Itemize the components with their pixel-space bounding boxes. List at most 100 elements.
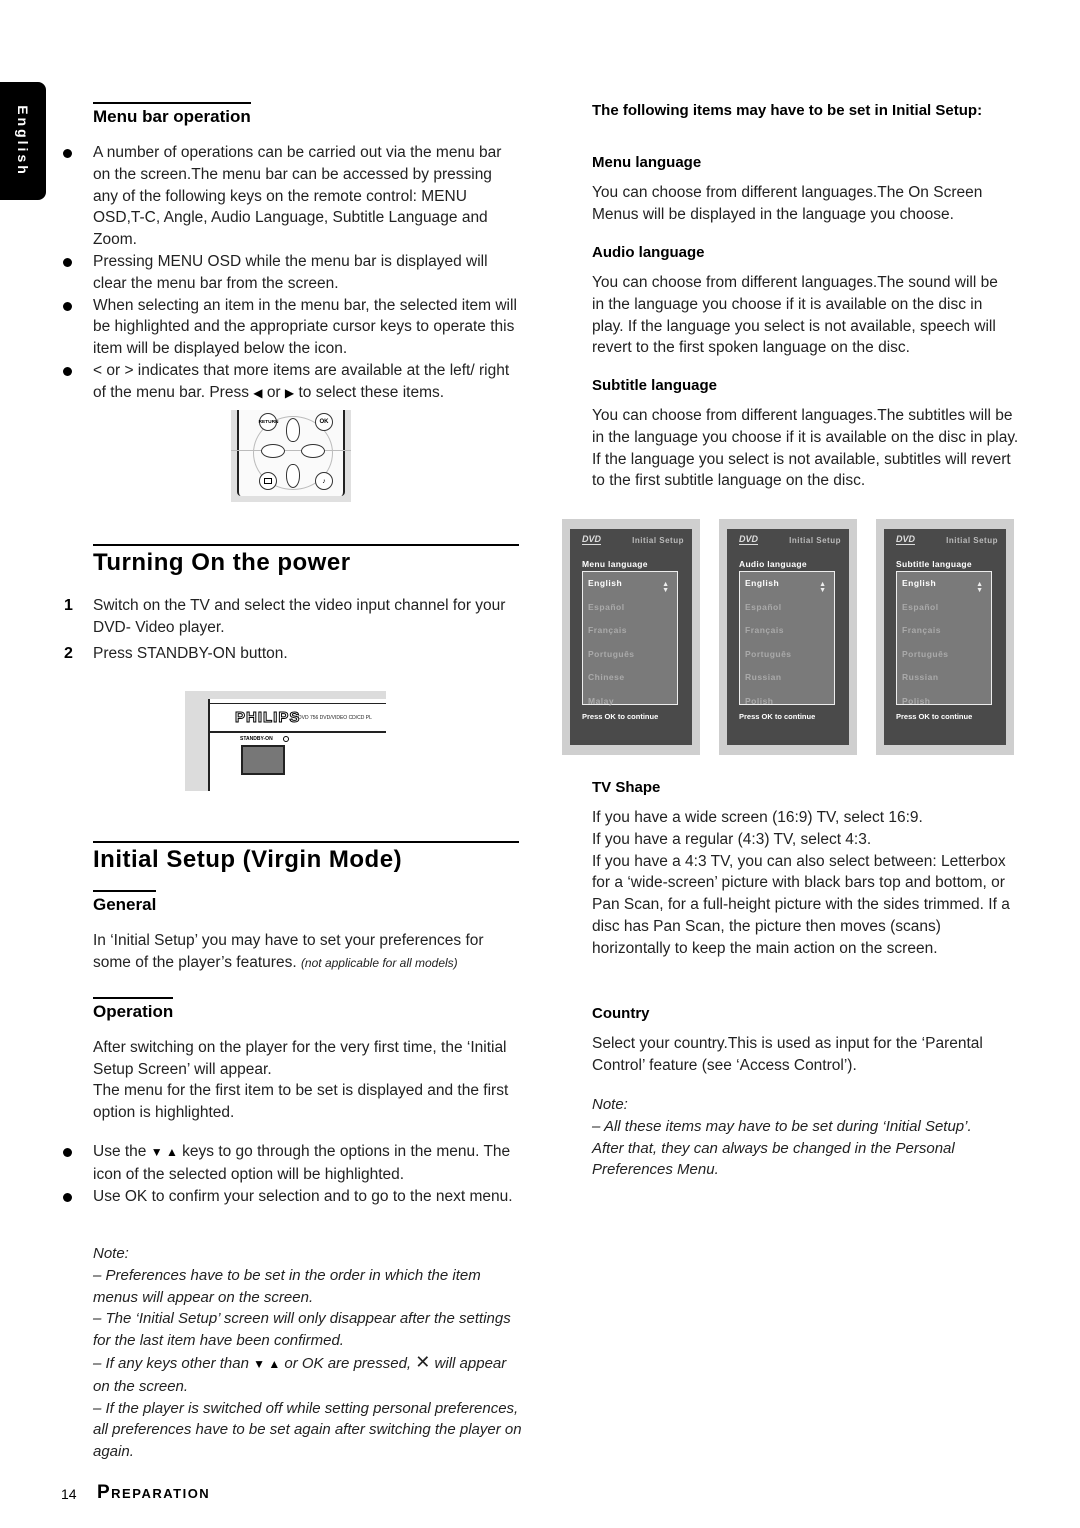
tv-shape-heading: TV Shape [592,779,661,796]
down-button [286,464,300,488]
step-text: Press STANDBY-ON button. [93,644,288,662]
left-button [261,444,285,458]
option-item: Chinese [588,672,625,682]
screen-display: DVD Initial Setup Subtitle language English… [884,529,1006,745]
audio-button: ♪ [315,472,333,490]
screen-label: Menu language [582,559,648,569]
step-number: 2 [64,644,73,662]
subtitle-language-text: You can choose from different languages.… [592,407,1019,490]
tv-shape-text: If you have a wide screen (16:9) TV, sel… [592,807,1012,960]
option-item: Español [588,601,625,612]
right-intro: The following items may have to be set i… [592,102,983,119]
ok-label: OK [319,419,329,425]
standby-led-icon [283,736,289,742]
country-heading: Country [592,1005,650,1022]
screen-label: Subtitle language [896,559,972,569]
option-item: Français [745,625,784,635]
remote-control-figure: RETURN OK ♪ [231,410,351,502]
menu-bar-section: Menu bar operation [93,102,251,128]
ok-button: OK [315,413,333,431]
option-item: Português [588,648,635,659]
screen-footer: Press OK to continue [739,712,816,721]
general-heading: General [93,890,157,916]
up-down-arrows-icon: ▲ ▼ [819,581,826,594]
dvd-player-figure: PHILIPS DVD 756 DVD/VIDEO CD/CD PL STAND… [185,691,386,791]
subtitle-button [259,472,277,490]
operation-bullet: Use OK to confirm your selection and to … [63,1186,519,1208]
operation-heading: Operation [93,997,174,1023]
note-item: – If the player is switched off while se… [93,1399,522,1461]
initial-setup-heading: Initial Setup (Virgin Mode) [93,841,519,875]
bullet-text: Use the [93,1143,147,1160]
option-item: Español [745,601,782,612]
bullet-text: or [266,383,281,401]
audio-language-heading: Audio language [592,244,705,261]
subtitle-icon [264,478,272,484]
model-label: DVD 756 DVD/VIDEO CD/CD PL [298,715,372,721]
dvd-logo-icon: DVD [582,534,602,545]
operation-bullet: Use the ▼ ▲ keys to go through the optio… [63,1141,519,1186]
menu-bar-bullet: Pressing MENU OSD while the menu bar is … [63,251,519,295]
screen-title: Initial Setup [789,536,841,545]
audio-icon: ♪ [322,477,326,485]
up-down-arrows-icon: ▲ ▼ [662,581,669,594]
turning-on-heading: Turning On the power [93,544,519,578]
option-item: Polish [902,695,931,706]
screen-footer: Press OK to continue [896,712,973,721]
page-number: 14 [61,1486,77,1502]
option-item: Malay [588,695,615,706]
return-button: RETURN [258,413,278,431]
audio-language-text: You can choose from different languages.… [592,274,998,357]
menu-bar-bullet: When selecting an item in the menu bar, … [63,295,519,360]
section-name: Preparation [97,1482,211,1503]
dvd-logo-icon: DVD [896,534,916,545]
option-item: Russian [902,672,939,682]
option-item: Português [902,648,949,659]
step-item: 1 Switch on the TV and select the video i… [64,595,519,639]
screen-label: Audio language [739,559,807,569]
dvd-logo-icon: DVD [739,534,759,545]
operation-para-2: The menu for the first item to be set is… [93,1082,509,1121]
divider [231,450,351,451]
note-item: – Preferences have to be set in the orde… [93,1266,481,1306]
down-up-arrow-icons: ▼ ▲ [253,1356,281,1371]
step-item: 2 Press STANDBY-ON button. [64,643,519,665]
menu-bar-heading: Menu bar operation [93,102,251,128]
note-text: – If any keys other than [93,1354,249,1372]
screen-title: Initial Setup [946,536,998,545]
left-arrow-icon: ◀ [253,385,263,400]
up-button [286,418,300,442]
step-text: Switch on the TV and select the video in… [93,597,506,636]
setup-screen: DVD Initial Setup Audio language English Esp… [719,519,857,755]
option-item: Français [902,625,941,635]
option-item: Español [902,601,939,612]
setup-screen: DVD Initial Setup Subtitle language English… [876,519,1014,755]
note-item: – All these items may have to be set dur… [592,1117,972,1179]
bullet-text: to select these items. [298,383,445,401]
return-label: RETURN [258,419,278,425]
note-text: or OK are pressed, [284,1354,412,1372]
option-item: Français [588,625,627,635]
setup-screen: DVD Initial Setup Menu language English Espa… [562,519,700,755]
option-item: English [902,578,937,588]
option-item: Polish [745,695,774,706]
prohibited-x-icon: ✕ [415,1351,431,1372]
note-label: Note: [93,1245,129,1262]
down-up-arrow-icons: ▼ ▲ [150,1145,178,1159]
standby-label: STANDBY-ON [240,736,273,742]
options-list: English Español Français Português Russian Po… [739,571,835,706]
operation-bullets: Use the ▼ ▲ keys to go through the optio… [63,1141,519,1208]
note-item: – If any keys other than ▼ ▲ or OK are p… [93,1352,523,1398]
screen-display: DVD Initial Setup Audio language English Esp… [727,529,849,745]
option-item: English [588,578,623,588]
menu-language-heading: Menu language [592,154,702,171]
screen-display: DVD Initial Setup Menu language English Espa… [570,529,692,745]
subtitle-language-heading: Subtitle language [592,377,718,394]
tv-shape-line: If you have a wide screen (16:9) TV, sel… [592,809,923,826]
step-number: 1 [64,597,73,614]
tv-shape-line: If you have a 4:3 TV, you can also selec… [592,852,1010,957]
country-text: Select your country.This is used as inpu… [592,1035,983,1074]
menu-bar-bullets: A number of operations can be carried ou… [63,142,519,405]
operation-section: Operation [93,997,174,1023]
language-tab-label: English [15,105,31,177]
